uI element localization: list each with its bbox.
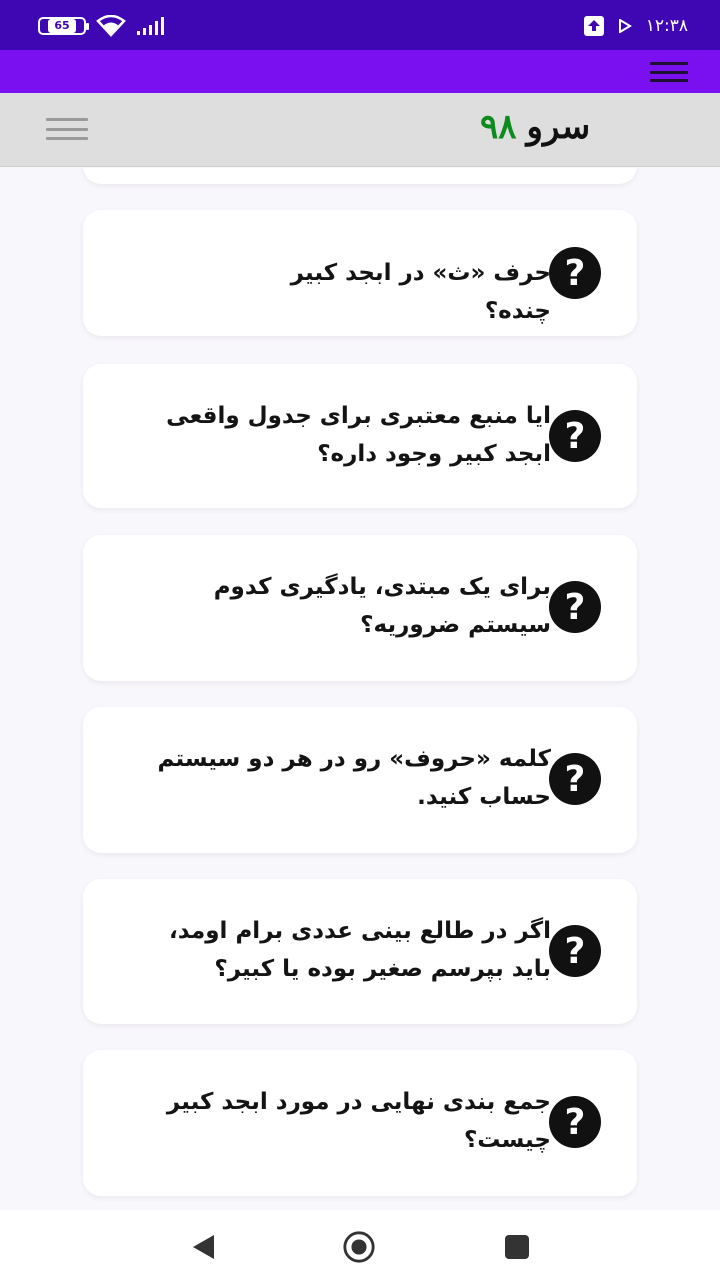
question-icon: ? bbox=[549, 247, 601, 299]
question-icon: ? bbox=[549, 925, 601, 977]
faq-question: کلمه «حروف» رو در هر دو سیستم حساب کنید. bbox=[157, 746, 551, 810]
faq-card[interactable]: ? برای یک مبتدی، یادگیری کدوم سیستم ضرور… bbox=[83, 535, 637, 681]
signal-icon bbox=[137, 17, 164, 35]
battery-level: 65 bbox=[48, 19, 76, 33]
faq-card-partial[interactable] bbox=[83, 168, 637, 184]
faq-card[interactable]: ? حرف «ث» در ابجد کبیر چنده؟ bbox=[83, 210, 637, 336]
back-icon[interactable] bbox=[186, 1230, 220, 1264]
site-name: سرو bbox=[526, 107, 591, 147]
question-icon: ? bbox=[549, 753, 601, 805]
recents-icon[interactable] bbox=[500, 1230, 534, 1264]
status-bar: 65 ۱۲:۳۸ bbox=[0, 0, 720, 50]
faq-question: ایا منبع معتبری برای جدول واقعی ابجد کبی… bbox=[166, 403, 551, 467]
wifi-icon bbox=[96, 15, 126, 37]
site-header: سرو ۹۸ bbox=[0, 93, 720, 167]
faq-question: حرف «ث» در ابجد کبیر چنده؟ bbox=[290, 260, 551, 324]
system-nav-bar bbox=[0, 1210, 720, 1280]
question-icon: ? bbox=[549, 410, 601, 462]
faq-question: جمع بندی نهایی در مورد ابجد کبیر چیست؟ bbox=[166, 1089, 551, 1153]
header-menu-icon[interactable] bbox=[46, 118, 88, 140]
home-icon[interactable] bbox=[342, 1230, 376, 1264]
question-icon: ? bbox=[549, 1096, 601, 1148]
top-menu-button[interactable] bbox=[650, 59, 688, 85]
clock: ۱۲:۳۸ bbox=[645, 16, 688, 36]
question-icon: ? bbox=[549, 581, 601, 633]
faq-card[interactable]: ? ایا منبع معتبری برای جدول واقعی ابجد ک… bbox=[83, 364, 637, 508]
faq-question: برای یک مبتدی، یادگیری کدوم سیستم ضروریه… bbox=[213, 574, 551, 638]
site-number: ۹۸ bbox=[480, 107, 517, 147]
faq-card[interactable]: ? کلمه «حروف» رو در هر دو سیستم حساب کنی… bbox=[83, 707, 637, 853]
faq-question: اگر در طالع بینی عددی برام اومد، باید بپ… bbox=[169, 918, 551, 982]
faq-list: ? حرف «ث» در ابجد کبیر چنده؟ ? ایا منبع … bbox=[0, 168, 720, 1210]
app-bar bbox=[0, 50, 720, 93]
upload-icon bbox=[583, 16, 604, 36]
faq-card[interactable]: ? اگر در طالع بینی عددی برام اومد، باید … bbox=[83, 879, 637, 1024]
battery-icon: 65 bbox=[38, 17, 89, 35]
play-store-icon bbox=[618, 19, 632, 33]
site-logo[interactable]: سرو ۹۸ bbox=[480, 107, 590, 147]
faq-card[interactable]: ? جمع بندی نهایی در مورد ابجد کبیر چیست؟ bbox=[83, 1050, 637, 1196]
